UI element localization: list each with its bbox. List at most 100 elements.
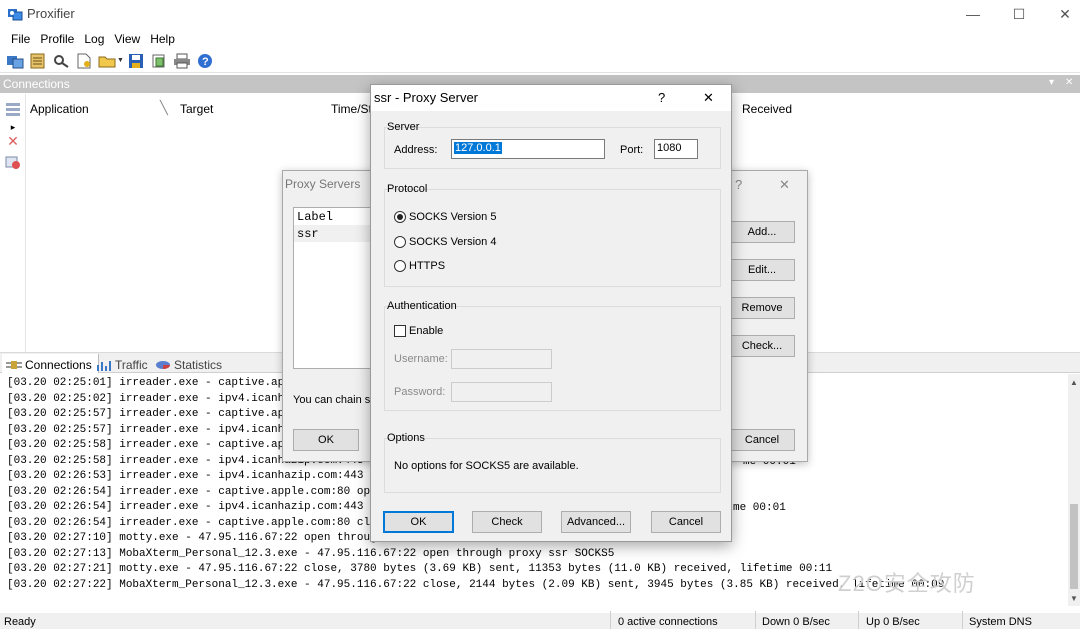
- proxy-servers-list[interactable]: Label ssr: [293, 207, 381, 369]
- password-label: Password:: [394, 386, 446, 398]
- block-connection-icon[interactable]: [5, 156, 21, 170]
- ok-button[interactable]: OK: [383, 511, 454, 533]
- menu-view[interactable]: View: [109, 29, 145, 49]
- help-icon[interactable]: ?: [658, 90, 665, 105]
- column-received[interactable]: Received: [742, 102, 792, 116]
- sort-indicator-icon: ╲: [160, 100, 168, 115]
- status-separator: [962, 611, 963, 629]
- radio-button[interactable]: [394, 260, 406, 272]
- close-button[interactable]: ✕: [1042, 0, 1080, 28]
- close-icon[interactable]: ✕: [779, 177, 790, 193]
- remove-button[interactable]: Remove: [729, 297, 795, 319]
- minimize-button[interactable]: —: [950, 0, 996, 28]
- add-button[interactable]: Add...: [729, 221, 795, 243]
- radio-https[interactable]: HTTPS: [394, 260, 445, 272]
- toolbar: ▼ ?: [0, 49, 1080, 73]
- log-scrollbar[interactable]: ▲ ▼: [1068, 374, 1080, 606]
- panel-close-icon[interactable]: ✕: [1065, 77, 1073, 88]
- address-label: Address:: [394, 144, 438, 156]
- proxy-servers-title: Proxy Servers: [285, 177, 361, 191]
- check-button[interactable]: Check...: [729, 335, 795, 357]
- advanced-icon[interactable]: [149, 52, 169, 70]
- dialog-title-bar: ssr - Proxy Server ? ✕: [371, 85, 731, 111]
- log-line-fragment: me 00:01: [733, 502, 786, 514]
- column-application[interactable]: Application: [30, 102, 89, 116]
- status-active-connections: 0 active connections: [618, 616, 718, 628]
- menu-profile[interactable]: Profile: [35, 29, 79, 49]
- radio-button[interactable]: [394, 236, 406, 248]
- proxification-rules-icon[interactable]: [28, 52, 48, 70]
- app-title: Proxifier: [27, 6, 75, 21]
- open-profile-dropdown-icon[interactable]: ▼: [117, 57, 124, 64]
- tab-statistics[interactable]: Statistics: [151, 354, 228, 373]
- status-ready: Ready: [4, 616, 36, 628]
- checkbox[interactable]: [394, 325, 406, 337]
- maximize-button[interactable]: ☐: [996, 0, 1042, 28]
- log-line: [03.20 02:27:13] MobaXterm_Personal_12.3…: [7, 547, 615, 560]
- tab-traffic[interactable]: Traffic: [92, 354, 154, 373]
- name-resolution-icon[interactable]: [51, 52, 71, 70]
- port-label: Port:: [620, 144, 644, 156]
- cancel-button[interactable]: Cancel: [729, 429, 795, 451]
- connections-tab-icon: [6, 361, 22, 369]
- list-view-icon[interactable]: [5, 102, 21, 116]
- status-separator: [610, 611, 611, 629]
- svg-text:?: ?: [202, 56, 209, 68]
- menu-log[interactable]: Log: [79, 29, 109, 49]
- title-bar: Proxifier — ☐ ✕: [0, 0, 1080, 28]
- chain-text: You can chain se: [293, 394, 377, 406]
- options-group-label: Options: [387, 432, 425, 444]
- traffic-tab-icon: [97, 361, 111, 371]
- authentication-group-label: Authentication: [387, 300, 457, 312]
- close-icon[interactable]: ✕: [703, 90, 714, 106]
- username-label: Username:: [394, 353, 448, 365]
- status-dns: System DNS: [969, 616, 1032, 628]
- pin-icon[interactable]: ▾: [1049, 77, 1054, 88]
- options-text: No options for SOCKS5 are available.: [394, 460, 579, 472]
- status-separator: [755, 611, 756, 629]
- status-upload: Up 0 B/sec: [866, 616, 920, 628]
- proxy-servers-icon[interactable]: [5, 52, 25, 70]
- print-icon[interactable]: [172, 52, 192, 70]
- scroll-down-icon[interactable]: ▼: [1070, 594, 1078, 603]
- connections-side-toolbar: ▸ ✕: [0, 94, 26, 352]
- save-profile-icon[interactable]: [126, 52, 146, 70]
- help-icon[interactable]: ?: [735, 177, 742, 192]
- radio-socks4[interactable]: SOCKS Version 4: [394, 236, 496, 248]
- enable-checkbox[interactable]: Enable: [394, 325, 443, 337]
- scroll-thumb[interactable]: [1070, 504, 1078, 589]
- protocol-group-label: Protocol: [387, 183, 428, 195]
- port-input[interactable]: 1080: [654, 139, 698, 159]
- radio-selected-dot: [397, 214, 403, 220]
- new-profile-icon[interactable]: [74, 52, 94, 70]
- open-profile-icon[interactable]: [97, 52, 117, 70]
- close-connection-icon[interactable]: ✕: [5, 133, 21, 149]
- advanced-button[interactable]: Advanced...: [561, 511, 631, 533]
- status-download: Down 0 B/sec: [762, 616, 830, 628]
- cancel-button[interactable]: Cancel: [651, 511, 721, 533]
- statistics-tab-icon: [156, 361, 170, 369]
- check-button[interactable]: Check: [472, 511, 542, 533]
- password-input: [451, 382, 552, 402]
- status-separator: [858, 611, 859, 629]
- help-icon[interactable]: ?: [195, 52, 215, 70]
- list-header: Label: [297, 210, 334, 224]
- watermark: Z2O安全攻防: [838, 571, 976, 596]
- menu-file[interactable]: File: [6, 29, 35, 49]
- proxifier-app-icon: [7, 6, 23, 22]
- list-item[interactable]: ssr: [294, 225, 380, 242]
- proxy-server-dialog: ssr - Proxy Server ? ✕ Server Address: 1…: [370, 84, 732, 542]
- edit-button[interactable]: Edit...: [729, 259, 795, 281]
- ok-button[interactable]: OK: [293, 429, 359, 451]
- scroll-up-icon[interactable]: ▲: [1070, 378, 1078, 387]
- menu-help[interactable]: Help: [145, 29, 180, 49]
- dialog-title: ssr - Proxy Server: [374, 90, 479, 105]
- server-group-label: Server: [387, 121, 420, 133]
- radio-button[interactable]: [394, 211, 406, 223]
- menu-bar: File Profile Log View Help: [0, 29, 1080, 49]
- username-input: [451, 349, 552, 369]
- tab-connections[interactable]: Connections: [2, 354, 99, 373]
- column-target[interactable]: Target: [180, 102, 213, 116]
- radio-socks5[interactable]: SOCKS Version 5: [394, 211, 496, 223]
- address-input[interactable]: 127.0.0.1: [451, 139, 605, 159]
